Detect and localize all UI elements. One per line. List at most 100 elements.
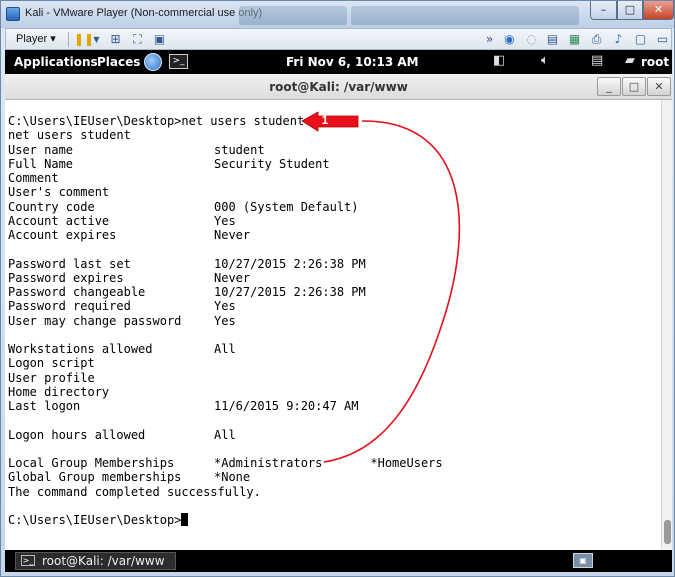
row-key: Password required (8, 299, 131, 314)
background-window-tab (239, 6, 347, 25)
workspace-switcher-icon[interactable]: ▣ (573, 553, 593, 568)
applications-menu[interactable]: Applications (14, 55, 98, 69)
text-cursor (181, 513, 189, 526)
command-completed-line: The command completed successfully. (8, 484, 261, 499)
user-info-row: Home directory (8, 385, 443, 399)
pause-icon[interactable]: ❚❚ (74, 32, 94, 47)
fullscreen-icon[interactable]: ⛶ (130, 32, 145, 47)
user-info-row: Comment (8, 171, 443, 185)
row-key: Workstations allowed (8, 342, 153, 356)
floppy-icon[interactable]: ▤ (545, 32, 560, 47)
user-info-row: Global Group memberships *None (8, 470, 443, 484)
network-icon[interactable]: ⊞ (108, 32, 123, 47)
minimize-button[interactable]: – (590, 1, 617, 20)
network-adapter-icon[interactable]: ◌ (524, 32, 539, 47)
row-key: Global Group memberships (8, 470, 182, 485)
terminal-scrollbar[interactable] (661, 100, 672, 550)
user-info-row: Password expires Never (8, 271, 443, 285)
notification-icon[interactable]: ◧ (493, 53, 505, 68)
background-window-tab (351, 6, 579, 25)
user-info-row: User may change password Yes (8, 314, 443, 328)
user-info-row: Full Name Security Student (8, 157, 443, 171)
terminal-launcher-icon[interactable]: >_ (169, 54, 188, 69)
printer-icon[interactable]: ⎙ (589, 32, 604, 47)
row-key: Account expires (8, 228, 117, 242)
row-key: Password changeable (8, 285, 146, 299)
command-echo-line: net users student (8, 128, 131, 143)
user-info-row: Password changeable 10/27/2015 2:26:38 PM (8, 285, 443, 299)
user-info-row (8, 242, 443, 256)
terminal-minimize-button[interactable]: _ (597, 77, 621, 96)
row-key: Password last set (8, 256, 131, 271)
chevron-down-icon[interactable]: ▼ (89, 32, 104, 47)
terminal-titlebar[interactable]: root@Kali: /var/www _ □ ✕ (5, 74, 672, 100)
unity-icon[interactable]: ▣ (152, 32, 167, 47)
volume-muted-icon[interactable]: 🔈︎ (541, 53, 549, 68)
row-key: Password expires (8, 270, 124, 285)
user-info-row: Last logon 11/6/2015 9:20:47 AM (8, 399, 443, 413)
user-info-row (8, 442, 443, 456)
row-key: User may change password (8, 313, 182, 328)
user-info-row: User name student (8, 143, 443, 157)
user-info-row: User profile (8, 371, 443, 385)
row-key: Logon hours allowed (8, 427, 146, 442)
row-value: All (214, 427, 236, 442)
network-status-icon[interactable]: ▤ (591, 53, 603, 68)
terminal-icon: >_ (21, 555, 35, 566)
terminal-close-button[interactable]: ✕ (647, 77, 671, 96)
user-info-row: Workstations allowed All (8, 342, 443, 356)
user-info-row: Password last set 10/27/2015 2:26:38 PM (8, 257, 443, 271)
user-info-row: Local Group Memberships *Administrators *H… (8, 456, 443, 470)
vmware-toolbar: Player ▾ ❚❚ ▼ ⊞ ⛶ ▣ » ◉ ◌ ▤ ▦ ⎙ ♪ ▢ ▭ (5, 28, 672, 50)
row-value: *None (214, 470, 251, 485)
final-prompt: C:\Users\IEUser\Desktop> (8, 513, 182, 527)
user-info-row: Password required Yes (8, 299, 443, 313)
vmware-window-title: Kali - VMware Player (Non-commercial use… (25, 7, 263, 19)
command-prompt-line: C:\Users\IEUser\Desktop>net users studen… (8, 114, 305, 128)
kali-logo-icon[interactable] (144, 53, 162, 71)
chat-icon[interactable]: ▰ (625, 53, 635, 68)
scrollbar-thumb[interactable] (664, 520, 671, 544)
kali-top-panel: Applications Places >_ Fri Nov 6, 10:13 … (5, 50, 672, 74)
user-info-rows: User name student Full Name Security Studen… (8, 143, 443, 485)
row-key: Local Group Memberships (8, 456, 175, 470)
audio-icon[interactable]: ♪ (611, 32, 626, 47)
taskbar-terminal-item[interactable]: >_ root@Kali: /var/www (15, 552, 176, 570)
user-info-row: Account active Yes (8, 214, 443, 228)
row-key: User's comment (8, 185, 110, 200)
places-menu[interactable]: Places (97, 55, 140, 69)
drive-icon[interactable]: ▦ (567, 32, 582, 47)
user-info-row (8, 413, 443, 427)
row-value: Security Student (214, 156, 330, 171)
terminal-lines: C:\Users\IEUser\Desktop> net users studen… (8, 114, 443, 527)
row-value: *Administrators (214, 456, 323, 470)
row-value: 11/6/2015 9:20:47 AM (214, 399, 359, 413)
terminal-maximize-button[interactable]: □ (622, 77, 646, 96)
panel-clock[interactable]: Fri Nov 6, 10:13 AM (286, 55, 419, 69)
row-value: 000 (System Default) (214, 199, 359, 214)
vmware-app-icon (6, 7, 20, 21)
vmware-window: Kali - VMware Player (Non-commercial use… (0, 0, 675, 577)
row-value-secondary: *HomeUsers (370, 456, 443, 470)
user-menu[interactable]: root (641, 55, 669, 69)
cd-icon[interactable]: ◉ (502, 32, 517, 47)
close-button[interactable]: ✕ (643, 1, 674, 20)
player-menu-button[interactable]: Player ▾ (16, 32, 56, 45)
row-key: Country code (8, 199, 95, 214)
message-icon[interactable]: ▭ (655, 32, 670, 47)
row-key: User profile (8, 370, 95, 385)
row-key: Comment (8, 171, 59, 185)
vmware-titlebar[interactable]: Kali - VMware Player (Non-commercial use… (1, 1, 674, 28)
maximize-button[interactable]: □ (617, 1, 643, 20)
row-value: Never (214, 228, 251, 242)
user-info-row: Logon hours allowed All (8, 428, 443, 442)
user-info-row (8, 328, 443, 342)
final-prompt-line: C:\Users\IEUser\Desktop> (8, 513, 443, 527)
usb-icon[interactable]: ▢ (633, 32, 648, 47)
row-value: Never (214, 270, 251, 285)
user-info-row: Account expires Never (8, 228, 443, 242)
user-info-row: Country code 000 (System Default) (8, 200, 443, 214)
forward-icon[interactable]: » (482, 32, 497, 47)
terminal-output-area[interactable]: C:\Users\IEUser\Desktop> net users studen… (5, 100, 672, 550)
